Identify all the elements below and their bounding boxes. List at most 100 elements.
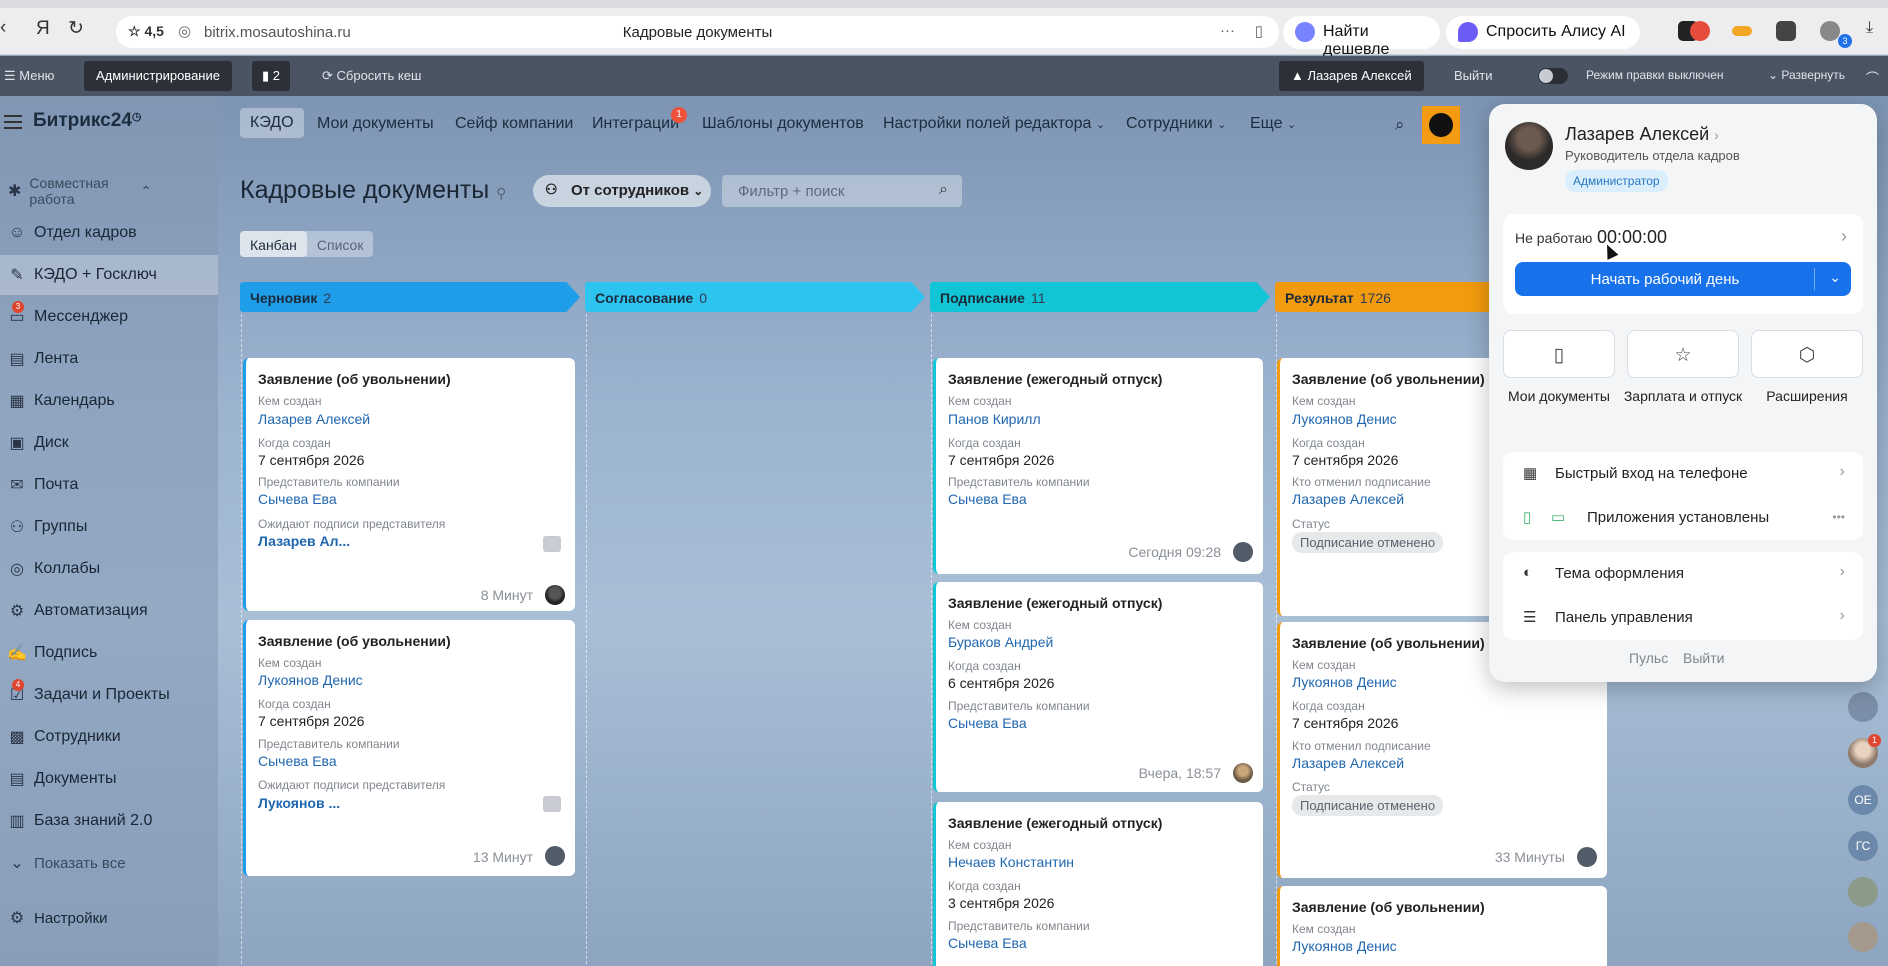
sidebar-item-kedo[interactable]: ✎ КЭДО + Госключ bbox=[0, 255, 218, 295]
chevron-right-icon[interactable]: › bbox=[1841, 226, 1847, 247]
chat-avatar-gs[interactable]: ГС bbox=[1848, 831, 1878, 861]
avatar[interactable] bbox=[1233, 763, 1253, 783]
profile-name[interactable]: Лазарев Алексей › bbox=[1565, 124, 1719, 145]
sidebar-item-employees[interactable]: ▩ Сотрудники bbox=[0, 717, 218, 757]
card-rep-link[interactable]: Сычева Ева bbox=[258, 491, 337, 507]
yandex-icon[interactable]: Я bbox=[36, 19, 50, 38]
card-rep-link[interactable]: Сычева Ева bbox=[948, 491, 1027, 507]
card-rep-link[interactable]: Сычева Ева bbox=[258, 753, 337, 769]
pin-icon[interactable]: ⚲ bbox=[496, 185, 506, 201]
column-header-result[interactable]: Результат 1726 bbox=[1275, 282, 1489, 312]
chat-avatar[interactable] bbox=[1848, 922, 1878, 952]
profile-avatar[interactable] bbox=[1505, 122, 1553, 170]
sidebar-item-messenger[interactable]: ▭ 3 Мессенджер bbox=[0, 297, 218, 337]
kanban-card[interactable]: Заявление (об увольнении) Кем создан Лаз… bbox=[243, 358, 575, 611]
user-avatar-icon[interactable] bbox=[545, 846, 565, 866]
card-author-link[interactable]: Лукоянов Денис bbox=[1292, 674, 1397, 690]
card-author-link[interactable]: Лазарев Алексей bbox=[258, 411, 370, 427]
tab-my-documents[interactable]: Мои документы bbox=[317, 115, 434, 133]
start-workday-button[interactable]: Начать рабочий день ⌄ bbox=[1515, 262, 1851, 296]
more-icon[interactable]: ··· bbox=[1220, 22, 1235, 39]
card-cancelled-by-link[interactable]: Лазарев Алексей bbox=[1292, 755, 1404, 771]
card-await-link[interactable]: Лукоянов ... bbox=[258, 795, 340, 811]
card-await-link[interactable]: Лазарев Ал... bbox=[258, 533, 350, 549]
sidebar-item-feed[interactable]: ▤ Лента bbox=[0, 339, 218, 379]
tab-kedo[interactable]: КЭДО bbox=[240, 108, 304, 138]
sidebar-show-all[interactable]: ⌄ Показать все bbox=[0, 843, 218, 883]
chat-avatar-oe[interactable]: ОЕ bbox=[1848, 785, 1878, 815]
user-avatar-icon[interactable] bbox=[1233, 542, 1253, 562]
expand-button[interactable]: ⌄ Развернуть bbox=[1768, 68, 1845, 82]
control-panel-row[interactable]: ☰ Панель управления › bbox=[1503, 596, 1863, 640]
chat-avatar[interactable] bbox=[1848, 692, 1878, 722]
admin-logout-link[interactable]: Выйти bbox=[1454, 68, 1493, 83]
kanban-card[interactable]: Заявление (ежегодный отпуск) Кем создан … bbox=[933, 358, 1263, 574]
sidebar-section-collab[interactable]: ✱ Совместная работа ⌃ bbox=[0, 171, 218, 211]
search-icon[interactable]: ⌕ bbox=[1395, 115, 1405, 135]
bitrix-logo[interactable]: Битрикс24◷ bbox=[33, 110, 142, 132]
admin-user-button[interactable]: ▲ Лазарев Алексей bbox=[1279, 61, 1424, 91]
kanban-card[interactable]: Заявление (об увольнении) Кем создан Лук… bbox=[243, 620, 575, 876]
tab-employees[interactable]: Сотрудники ⌄ bbox=[1126, 115, 1226, 133]
column-header-approval[interactable]: Согласование 0 bbox=[585, 282, 925, 312]
chevron-down-icon[interactable]: ⌄ bbox=[1829, 269, 1841, 286]
extension-b-icon[interactable] bbox=[1690, 21, 1710, 41]
column-header-signing[interactable]: Подписание 11 bbox=[930, 282, 1270, 312]
menu-button[interactable]: ☰ Меню bbox=[4, 68, 54, 84]
sidebar-item-documents[interactable]: ▤ Документы bbox=[0, 759, 218, 799]
kanban-card[interactable]: Заявление (об увольнении) Кем создан Лук… bbox=[1277, 886, 1607, 966]
column-header-draft[interactable]: Черновик 2 bbox=[240, 282, 580, 312]
view-kanban-tab[interactable]: Канбан bbox=[240, 231, 307, 257]
tab-strip[interactable] bbox=[0, 0, 1888, 8]
more-dots-icon[interactable]: ••• bbox=[1832, 510, 1845, 524]
clear-cache-button[interactable]: ⟳ Сбросить кеш bbox=[322, 68, 421, 84]
sidebar-item-automation[interactable]: ⚙ Автоматизация bbox=[0, 591, 218, 631]
sidebar-toggle-icon[interactable] bbox=[4, 115, 22, 129]
theme-row[interactable]: ◐ Тема оформления › bbox=[1503, 552, 1863, 596]
sidebar-item-collabs[interactable]: ◎ Коллабы bbox=[0, 549, 218, 589]
search-icon[interactable]: ⌕ bbox=[939, 181, 948, 199]
avatar[interactable] bbox=[545, 585, 565, 605]
card-author-link[interactable]: Лукоянов Денис bbox=[258, 672, 363, 688]
extensions-button[interactable]: ⬡ bbox=[1751, 330, 1863, 378]
sidebar-item-groups[interactable]: ⚇ Группы bbox=[0, 507, 218, 547]
chat-avatar[interactable]: 1 bbox=[1848, 734, 1881, 768]
pulse-link[interactable]: Пульс bbox=[1629, 650, 1668, 666]
card-author-link[interactable]: Лукоянов Денис bbox=[1292, 938, 1397, 954]
card-author-link[interactable]: Бураков Андрей bbox=[948, 634, 1053, 650]
tab-templates[interactable]: Шаблоны документов bbox=[702, 115, 864, 133]
sidebar-settings[interactable]: ⚙ Настройки bbox=[0, 898, 218, 938]
sidebar-item-knowledge[interactable]: ▥ База знаний 2.0 bbox=[0, 801, 218, 841]
kanban-card[interactable]: Заявление (ежегодный отпуск) Кем создан … bbox=[933, 802, 1263, 966]
card-author-link[interactable]: Нечаев Константин bbox=[948, 854, 1074, 870]
add-signer-icon[interactable] bbox=[543, 796, 561, 812]
pin-icon[interactable]: ⌒ bbox=[1866, 68, 1879, 87]
card-author-link[interactable]: Лукоянов Денис bbox=[1292, 411, 1397, 427]
apps-installed-row[interactable]: ▯ ▭ Приложения установлены ••• bbox=[1503, 496, 1863, 540]
view-list-tab[interactable]: Список bbox=[307, 231, 374, 253]
sidebar-item-tasks[interactable]: ☑ 4 Задачи и Проекты bbox=[0, 675, 218, 715]
notifications-button[interactable]: ▮ 2 bbox=[252, 61, 290, 91]
sidebar-item-calendar[interactable]: ▦ Календарь bbox=[0, 381, 218, 421]
logout-link[interactable]: Выйти bbox=[1683, 650, 1724, 666]
phone-login-row[interactable]: ▦ Быстрый вход на телефоне › bbox=[1503, 452, 1863, 496]
chat-avatar[interactable] bbox=[1848, 877, 1878, 907]
tab-company-safe[interactable]: Сейф компании bbox=[455, 115, 573, 133]
sidebar-item-hr[interactable]: ☺ Отдел кадров bbox=[0, 213, 218, 253]
salary-vacation-button[interactable]: ☆ bbox=[1627, 330, 1739, 378]
edit-mode-toggle[interactable] bbox=[1538, 68, 1568, 84]
my-documents-button[interactable]: ▯ bbox=[1503, 330, 1615, 378]
find-cheaper-button[interactable]: Найти дешевле bbox=[1283, 16, 1440, 58]
filter-search-input[interactable]: Фильтр + поиск ⌕ bbox=[722, 175, 962, 207]
tab-more[interactable]: Еще ⌄ bbox=[1250, 115, 1296, 133]
kanban-card[interactable]: Заявление (ежегодный отпуск) Кем создан … bbox=[933, 582, 1263, 792]
profile-extension-icon[interactable] bbox=[1820, 21, 1840, 41]
card-rep-link[interactable]: Сычева Ева bbox=[948, 935, 1027, 951]
card-rep-link[interactable]: Сычева Ева bbox=[948, 715, 1027, 731]
add-signer-icon[interactable] bbox=[543, 536, 561, 552]
header-avatar[interactable] bbox=[1422, 106, 1460, 144]
extension-puzzle-icon[interactable] bbox=[1776, 21, 1796, 41]
ask-alice-button[interactable]: Спросить Алису AI bbox=[1446, 16, 1640, 49]
tab-integrations[interactable]: Интеграции 1 bbox=[592, 107, 688, 133]
back-icon[interactable]: ‹ bbox=[0, 18, 6, 37]
